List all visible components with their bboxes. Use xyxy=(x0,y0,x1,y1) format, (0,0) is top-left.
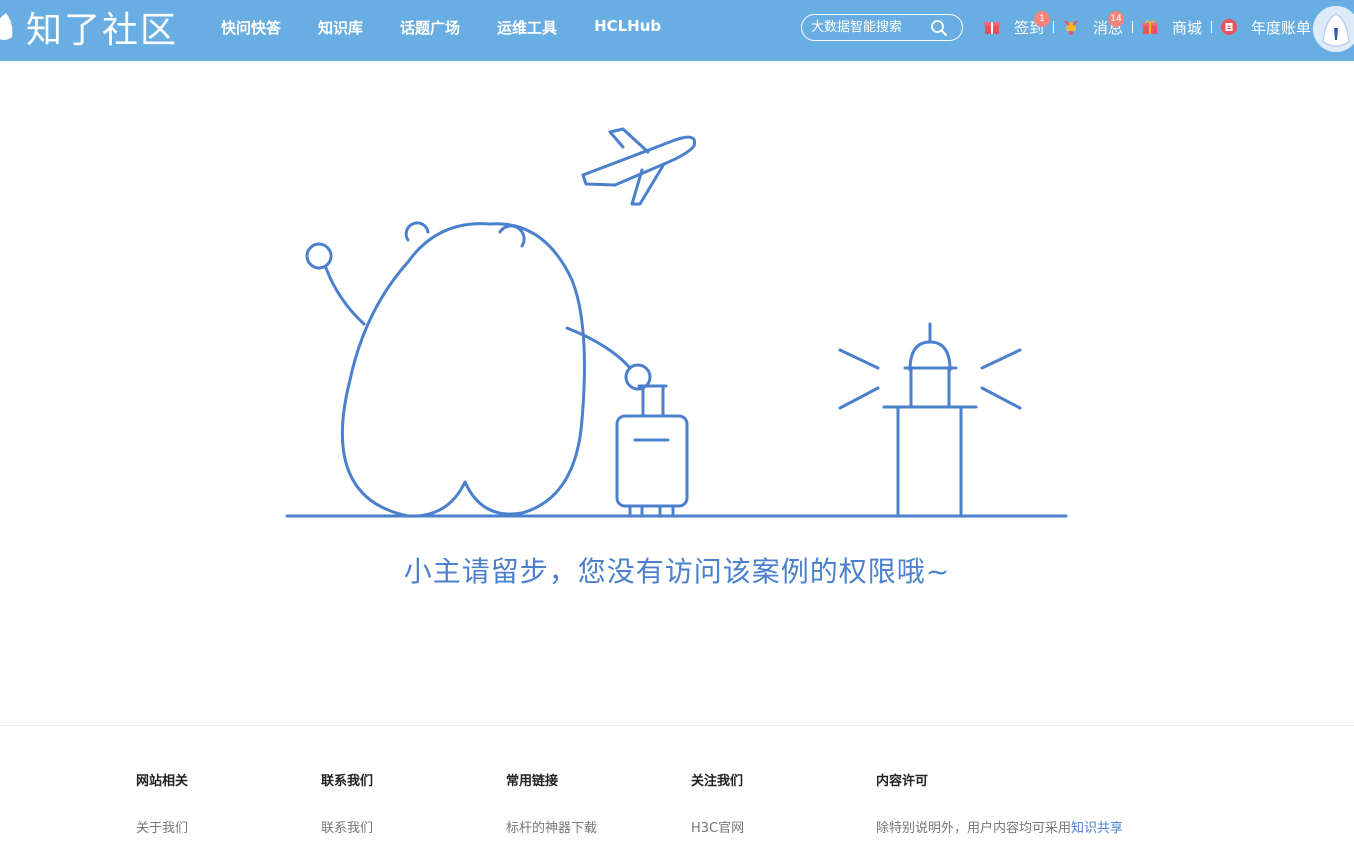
user-actions: 签到 1 消息 14 商城 年度账单 xyxy=(984,10,1311,40)
nav-item-topic-square[interactable]: 话题广场 xyxy=(400,17,460,38)
footer-column-license: 内容许可 除特别说明外，用户内容均可采用知识共享 xyxy=(876,770,1123,836)
search-input[interactable] xyxy=(809,19,933,36)
search-box xyxy=(801,14,963,41)
no-permission-message: 小主请留步，您没有访问该案例的权限哦~ xyxy=(403,555,951,588)
signin-badge: 1 xyxy=(1034,10,1050,27)
footer-column-title: 网站相关 xyxy=(136,774,189,789)
messages-badge: 14 xyxy=(1108,10,1125,27)
no-permission-illustration xyxy=(285,127,1068,518)
annual-bill-label: 年度账单 xyxy=(1251,18,1312,37)
footer-column-title: 常用链接 xyxy=(506,774,559,789)
nav-item-ops-tools[interactable]: 运维工具 xyxy=(497,17,557,38)
nav-item-hclhub[interactable]: HCLHub xyxy=(594,17,661,38)
footer-column-follow: 关注我们 H3C官网 xyxy=(691,770,744,836)
footer-license-text: 除特别说明外，用户内容均可采用知识共享 xyxy=(876,817,1123,836)
footer-column-links: 常用链接 标杆的神器下载 xyxy=(506,770,597,836)
divider xyxy=(1053,21,1055,33)
bill-icon xyxy=(1221,19,1238,35)
footer-column-site: 网站相关 关于我们 xyxy=(136,770,188,836)
top-navigation-bar: 知了社区 快问快答 知识库 话题广场 运维工具 HCLHub 签到 1 xyxy=(0,0,1354,61)
footer-link-about[interactable]: 关于我们 xyxy=(136,817,188,836)
messages-button[interactable]: 消息 14 xyxy=(1063,10,1125,38)
brand-name: 知了社区 xyxy=(26,10,179,51)
airplane-icon xyxy=(581,127,697,206)
mall-label: 商城 xyxy=(1172,18,1203,37)
site-footer: 网站相关 关于我们 联系我们 联系我们 常用链接 标杆的神器下载 关注我们 H3… xyxy=(0,725,1354,843)
footer-column-title: 关注我们 xyxy=(691,774,744,789)
main-nav: 快问快答 知识库 话题广场 运维工具 HCLHub xyxy=(221,17,698,38)
annual-bill-button[interactable]: 年度账单 xyxy=(1221,17,1311,38)
avatar-icon xyxy=(1313,6,1354,52)
license-text: 除特别说明外，用户内容均可采用 xyxy=(876,821,1072,836)
signin-button[interactable]: 签到 1 xyxy=(984,10,1050,38)
footer-column-contact: 联系我们 联系我们 xyxy=(321,770,373,836)
gift-icon xyxy=(1142,20,1159,34)
footer-link-h3c[interactable]: H3C官网 xyxy=(691,817,744,836)
footer-column-title: 联系我们 xyxy=(321,774,374,789)
divider xyxy=(1132,21,1134,33)
search-icon[interactable] xyxy=(930,19,948,37)
footer-link-contact[interactable]: 联系我们 xyxy=(321,817,373,836)
mall-button[interactable]: 商城 xyxy=(1142,17,1202,38)
bear-icon xyxy=(305,221,652,518)
nav-item-quick-qa[interactable]: 快问快答 xyxy=(221,17,281,38)
site-logo[interactable]: 知了社区 xyxy=(0,4,179,51)
bell-icon xyxy=(1064,20,1078,35)
footer-link-download[interactable]: 标杆的神器下载 xyxy=(506,817,597,836)
nav-item-knowledge-base[interactable]: 知识库 xyxy=(318,17,363,38)
lighthouse-icon xyxy=(838,322,1022,518)
user-avatar[interactable] xyxy=(1313,6,1354,52)
suitcase-icon xyxy=(615,384,689,517)
logo-icon xyxy=(0,13,13,40)
footer-link-creative-commons[interactable]: 知识共享 xyxy=(1071,821,1123,836)
footer-column-title: 内容许可 xyxy=(876,774,929,789)
gift-box-icon xyxy=(984,22,1000,34)
divider xyxy=(1211,21,1213,33)
